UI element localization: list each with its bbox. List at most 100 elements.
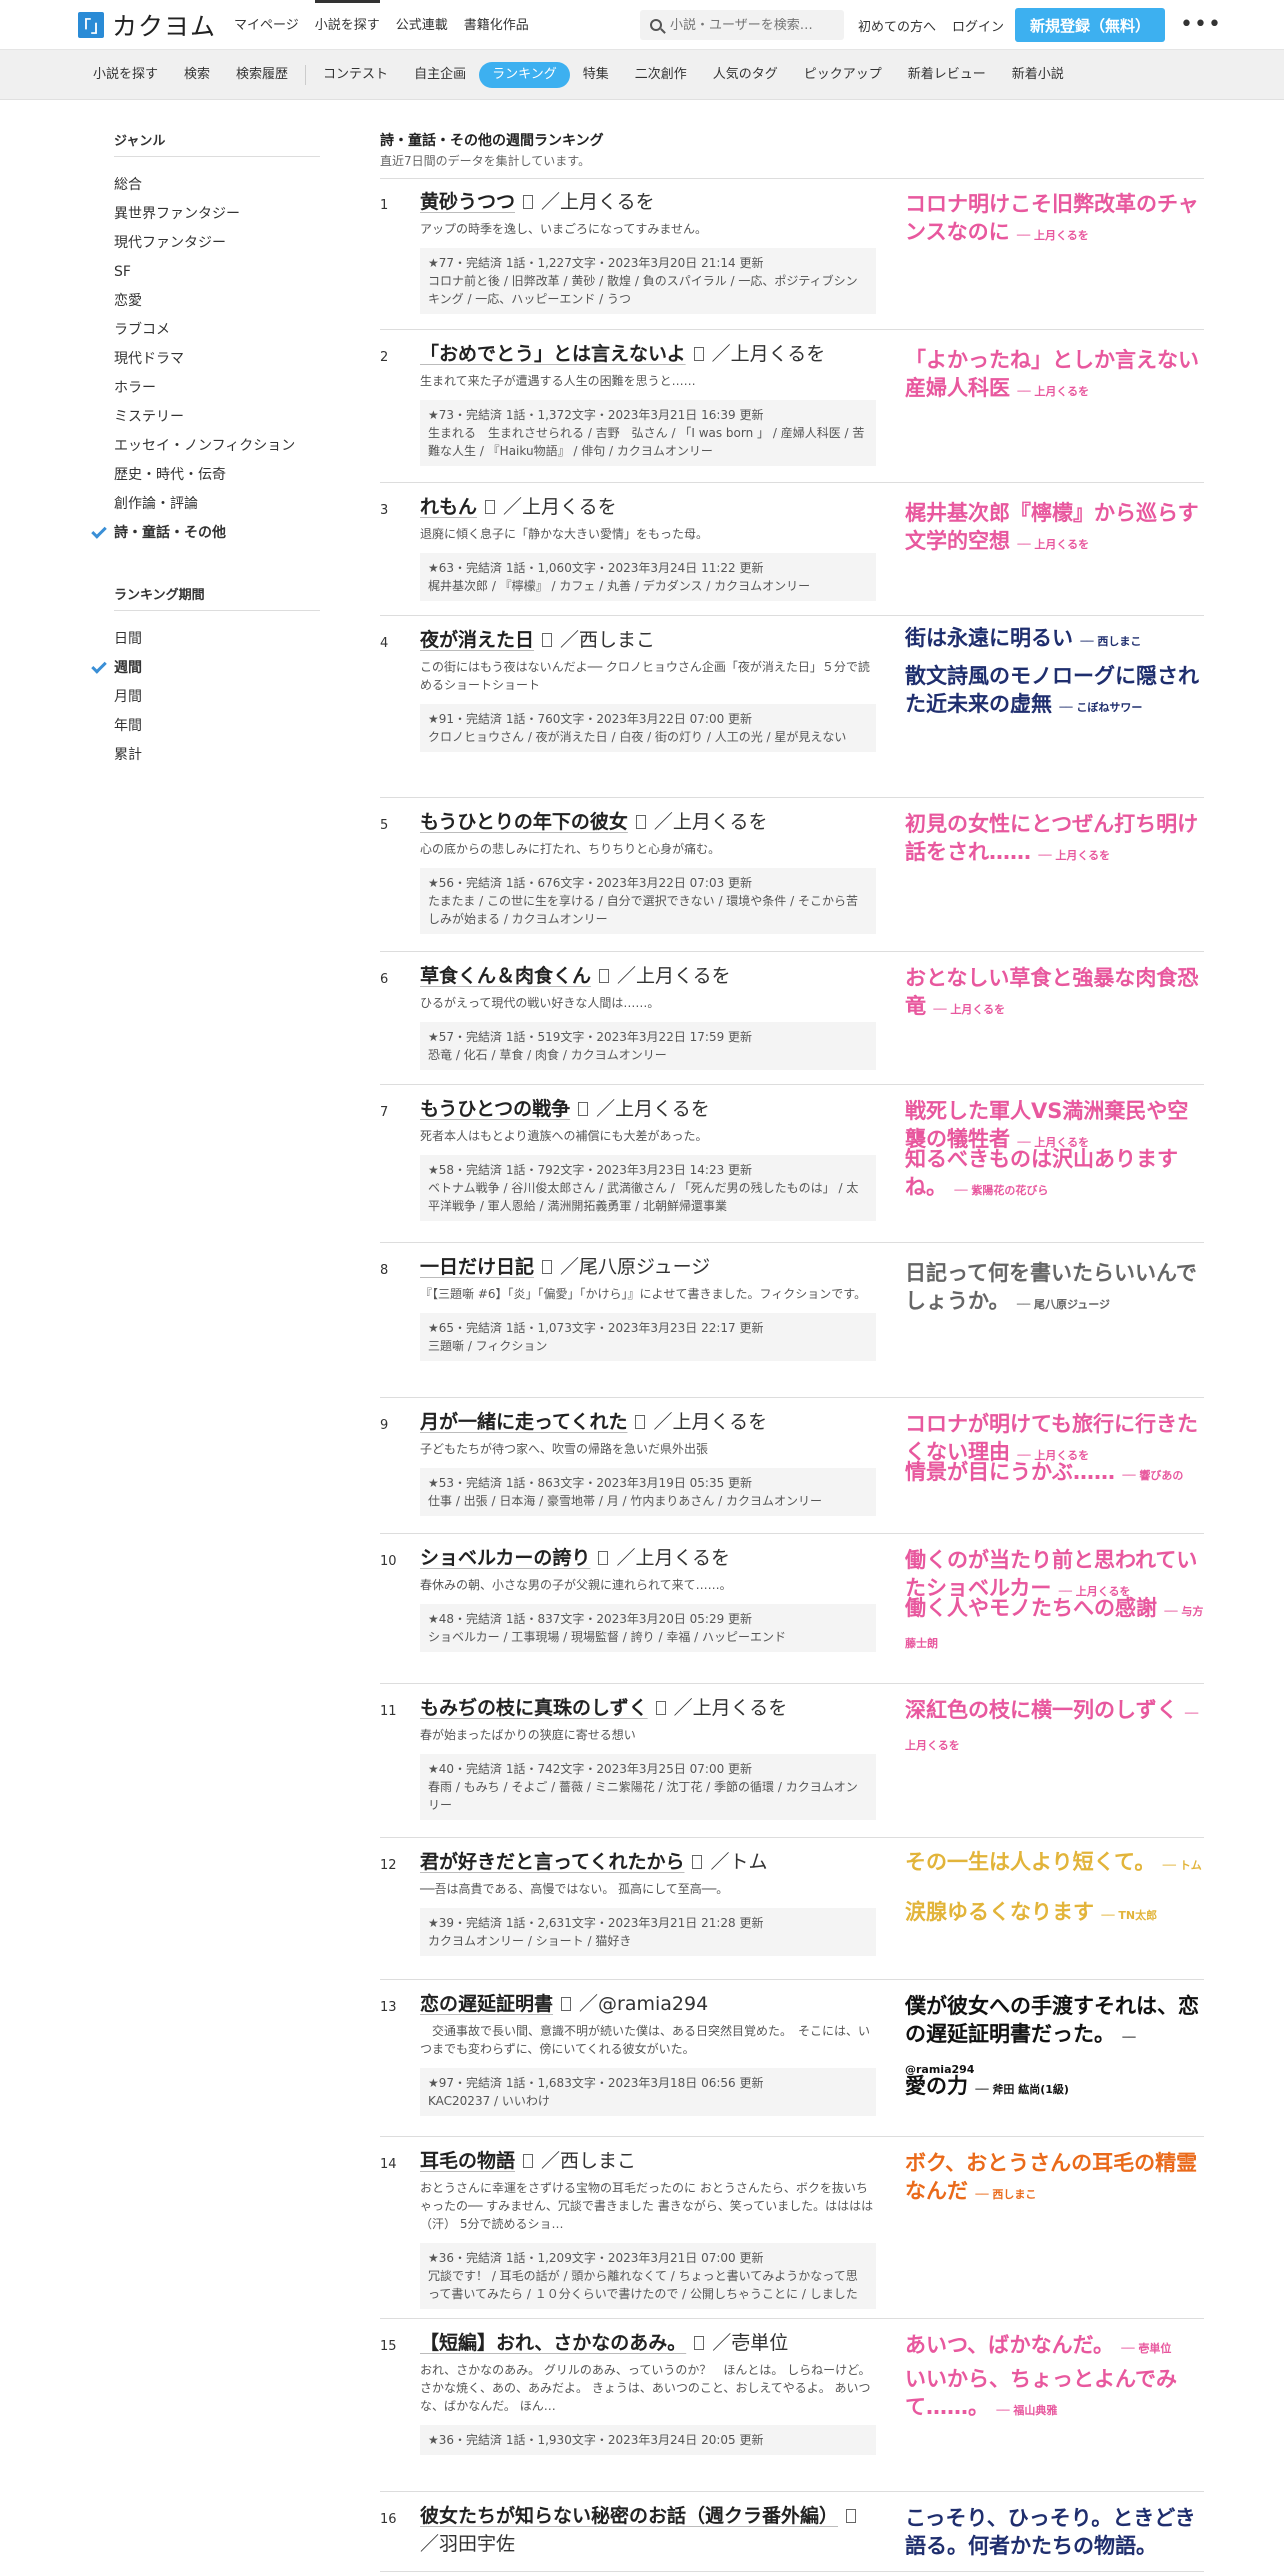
first-time-link[interactable]: 初めての方へ xyxy=(858,16,936,35)
catchphrase[interactable]: 「よかったね」としか言えない産婦人科医 ── 上月くるを xyxy=(905,346,1205,406)
catchphrase[interactable]: こっそり、ひっそり。ときどき語る。何者かたちの物語。 xyxy=(905,2504,1205,2564)
work-author[interactable]: ／上月くるを xyxy=(654,811,768,833)
work-author[interactable]: ／上月くるを xyxy=(596,1098,710,1120)
subnav-popular-tags[interactable]: 人気のタグ xyxy=(700,62,791,88)
catchphrase[interactable]: 情景が目にうかぶ…… ── 響びあの xyxy=(905,1458,1205,1490)
genre-item[interactable]: 創作論・評論 xyxy=(114,490,320,519)
nav-find-novels[interactable]: 小説を探す xyxy=(314,0,380,50)
work-author[interactable]: ／上月くるを xyxy=(674,1697,788,1719)
work-author[interactable]: ／西しまこ xyxy=(560,629,655,651)
login-link[interactable]: ログイン xyxy=(952,16,1004,35)
work-title-link[interactable]: 彼女たちが知らない秘密のお話（週クラ番外編） xyxy=(420,2505,838,2527)
genre-item[interactable]: 恋愛 xyxy=(114,287,320,316)
work-title-link[interactable]: 耳毛の物語 xyxy=(420,2150,515,2172)
work-author[interactable]: ／壱単位 xyxy=(712,2332,788,2354)
genre-item[interactable]: ラブコメ xyxy=(114,316,320,345)
subnav-find[interactable]: 小説を探す xyxy=(80,62,171,88)
work-author[interactable]: ／羽田宇佐 xyxy=(420,2533,515,2555)
work-title-link[interactable]: もうひとりの年下の彼女 xyxy=(420,811,628,833)
subnav-fanfic[interactable]: 二次創作 xyxy=(622,62,700,88)
genre-item[interactable]: ホラー xyxy=(114,374,320,403)
genre-item[interactable]: 異世界ファンタジー xyxy=(114,200,320,229)
work-title-link[interactable]: もみぢの枝に真珠のしずく xyxy=(420,1697,648,1719)
rank-number: 14 xyxy=(380,2157,397,2172)
work-author[interactable]: ／トム xyxy=(710,1851,767,1873)
work-title-link[interactable]: もうひとつの戦争 xyxy=(420,1098,570,1120)
catchphrase[interactable]: 深紅色の枝に横一列のしずく ── 上月くるを xyxy=(905,1696,1205,1760)
genre-item[interactable]: SF xyxy=(114,258,320,287)
subnav-search[interactable]: 検索 xyxy=(171,62,223,88)
subnav-pickup[interactable]: ピックアップ xyxy=(791,62,895,88)
search-input[interactable] xyxy=(670,17,830,33)
work-author[interactable]: ／上月くるを xyxy=(617,965,731,987)
work-author[interactable]: ／上月くるを xyxy=(541,191,655,213)
subnav-history[interactable]: 検索履歴 xyxy=(223,62,301,88)
period-item[interactable]: 日間 xyxy=(114,625,320,654)
work-description: ひるがえって現代の戦い好きな人間は……。 xyxy=(420,996,660,1010)
logo[interactable]: 「」 カクヨム xyxy=(75,7,216,43)
work-author[interactable]: ／上月くるを xyxy=(653,1411,767,1433)
genre-item[interactable]: 詩・童話・その他 xyxy=(91,519,320,548)
work-title-link[interactable]: ショベルカーの誇り xyxy=(420,1547,590,1569)
work-type-icon xyxy=(846,2509,857,2523)
nav-mypage[interactable]: マイページ xyxy=(234,0,299,50)
work-title-link[interactable]: 君が好きだと言ってくれたから xyxy=(420,1851,684,1873)
genre-item[interactable]: ミステリー xyxy=(114,403,320,432)
catchphrase[interactable]: 僕が彼女への手渡すそれは、恋の遅延証明書だった。 ── @ramia294 xyxy=(905,1992,1205,2084)
subnav-feature[interactable]: 特集 xyxy=(570,62,622,88)
catchphrase[interactable]: 知るべきものは沢山ありますね。 ── 紫陽花の花びら xyxy=(905,1145,1205,1205)
catchphrase[interactable]: 街は永遠に明るい ── 西しまこ xyxy=(905,624,1205,656)
work-author[interactable]: ／西しまこ xyxy=(541,2150,636,2172)
genre-item[interactable]: 現代ドラマ xyxy=(114,345,320,374)
period-item[interactable]: 月間 xyxy=(114,683,320,712)
subnav-self-project[interactable]: 自主企画 xyxy=(401,62,479,88)
catchphrase[interactable]: 働く人やモノたちへの感謝 ── 与方藤士朗 xyxy=(905,1594,1205,1658)
catchphrase[interactable]: あいつ、ばかなんだ。 ── 壱単位 xyxy=(905,2331,1205,2363)
work-author[interactable]: ／上月くるを xyxy=(503,496,617,518)
search-box[interactable] xyxy=(640,10,844,40)
catchphrase[interactable]: おとなしい草食と強暴な肉食恐竜 ── 上月くるを xyxy=(905,964,1205,1024)
work-author[interactable]: ／尾八原ジュージ xyxy=(560,1256,710,1278)
work-author[interactable]: ／@ramia294 xyxy=(579,1993,708,2015)
work-title-link[interactable]: 「おめでとう」とは言えないよ xyxy=(420,343,686,365)
work-title-link[interactable]: 黄砂うつつ xyxy=(420,191,515,213)
catchphrase[interactable]: 梶井基次郎『檸檬』から巡らす文学的空想 ── 上月くるを xyxy=(905,499,1205,559)
catchphrase[interactable]: 初見の女性にとつぜん打ち明け話をされ…… ── 上月くるを xyxy=(905,810,1205,870)
period-item[interactable]: 累計 xyxy=(114,741,320,770)
work-title-link[interactable]: 夜が消えた日 xyxy=(420,629,534,651)
subnav-contest[interactable]: コンテスト xyxy=(310,62,401,88)
catchphrase[interactable]: 散文詩風のモノローグに隠された近未来の虚無 ── こぼねサワー xyxy=(905,662,1205,722)
catchphrase-author: ── 上月くるを xyxy=(1017,538,1090,551)
catchphrase[interactable]: ボク、おとうさんの耳毛の精霊なんだ ── 西しまこ xyxy=(905,2149,1205,2209)
genre-item[interactable]: 現代ファンタジー xyxy=(114,229,320,258)
work-title-link[interactable]: 【短編】おれ、さかなのあみ。 xyxy=(420,2332,686,2354)
signup-button[interactable]: 新規登録（無料） xyxy=(1015,8,1165,42)
nav-official-serial[interactable]: 公式連載 xyxy=(396,0,448,50)
period-item[interactable]: 週間 xyxy=(91,654,320,683)
genre-item[interactable]: 総合 xyxy=(114,171,320,200)
catchphrase[interactable]: 涙腺ゆるくなります ── TN太郎 xyxy=(905,1898,1205,1930)
work-meta: ★36・完結済 1話・1,209文字・2023年3月21日 07:00 更新 冗… xyxy=(420,2243,876,2309)
work-author[interactable]: ／上月くるを xyxy=(712,343,826,365)
genre-item[interactable]: エッセイ・ノンフィクション xyxy=(114,432,320,461)
period-item[interactable]: 年間 xyxy=(114,712,320,741)
subnav-new-novels[interactable]: 新着小説 xyxy=(999,62,1077,88)
catchphrase[interactable]: その一生は人より短くて。 ── トム xyxy=(905,1848,1205,1880)
work-title-link[interactable]: 草食くん＆肉食くん xyxy=(420,965,591,987)
catchphrase[interactable]: 日記って何を書いたらいいんでしょうか。 ── 尾八原ジュージ xyxy=(905,1259,1205,1319)
subnav-ranking[interactable]: ランキング xyxy=(479,61,570,88)
genre-item[interactable]: 歴史・時代・伝奇 xyxy=(114,461,320,490)
work-title-link[interactable]: 一日だけ日記 xyxy=(420,1256,534,1278)
catchphrase[interactable]: コロナ明けこそ旧弊改革のチャンスなのに ── 上月くるを xyxy=(905,190,1205,250)
work-author[interactable]: ／上月くるを xyxy=(616,1547,730,1569)
catchphrase[interactable]: いいから、ちょっとよんでみて……。 ── 福山典雅 xyxy=(905,2365,1205,2425)
subnav-new-reviews[interactable]: 新着レビュー xyxy=(895,62,999,88)
work-title-link[interactable]: 月が一緒に走ってくれた xyxy=(420,1411,627,1433)
nav-published-works[interactable]: 書籍化作品 xyxy=(464,0,529,50)
catchphrase-text: 涙腺ゆるくなります xyxy=(905,1900,1094,1924)
work-type-icon xyxy=(635,1415,646,1429)
work-title-link[interactable]: 恋の遅延証明書 xyxy=(420,1993,553,2015)
catchphrase[interactable]: 愛の力 ── 斧田 紘尚(1級) xyxy=(905,2072,1205,2104)
more-menu-icon[interactable]: ••• xyxy=(1180,12,1222,37)
work-title-link[interactable]: れもん xyxy=(420,496,477,518)
